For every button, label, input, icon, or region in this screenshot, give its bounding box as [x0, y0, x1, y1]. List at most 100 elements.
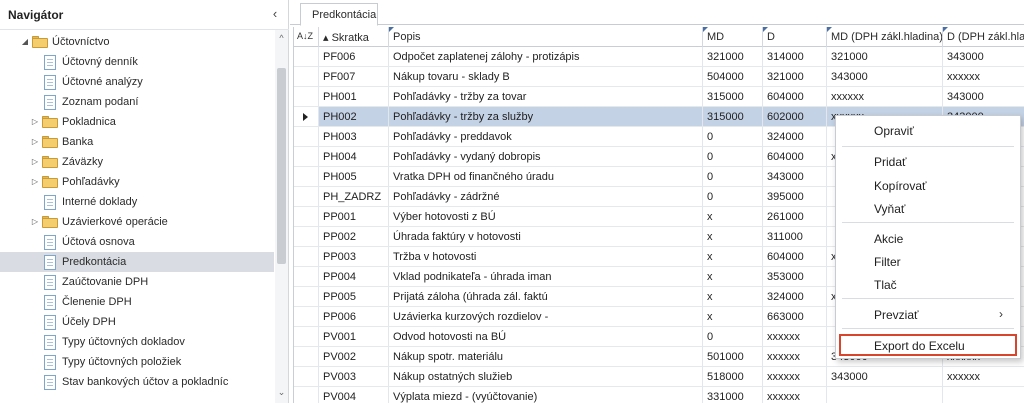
column-header[interactable]: MD — [703, 27, 763, 47]
table-row[interactable]: PF006 Odpočet zaplatenej zálohy - protizá… — [294, 47, 1024, 67]
table-cell[interactable]: PV003 — [319, 367, 389, 386]
table-cell[interactable]: 321000 — [703, 47, 763, 66]
menu-item-export-do-excelu[interactable]: Export do Excelu — [839, 334, 1017, 356]
row-indicator[interactable] — [294, 167, 319, 186]
menu-item-tlac[interactable]: Tlač — [836, 274, 1022, 296]
table-cell[interactable]: 602000 — [763, 107, 827, 126]
table-cell[interactable]: PP002 — [319, 227, 389, 246]
menu-item-kopirovat[interactable]: Kopírovať — [836, 175, 1022, 197]
expand-arrow-icon[interactable]: ▷ — [30, 176, 40, 188]
table-cell[interactable]: PP006 — [319, 307, 389, 326]
table-cell[interactable]: PP001 — [319, 207, 389, 226]
table-cell[interactable]: x — [703, 247, 763, 266]
table-cell[interactable]: PP004 — [319, 267, 389, 286]
table-cell[interactable]: xxxxxx — [827, 87, 943, 106]
table-cell[interactable]: 0 — [703, 327, 763, 346]
table-cell[interactable]: xxxxxx — [763, 327, 827, 346]
table-cell[interactable]: Vklad podnikateľa - úhrada iman — [389, 267, 703, 286]
table-cell[interactable]: PH_ZADRZ — [319, 187, 389, 206]
table-cell[interactable]: 518000 — [703, 367, 763, 386]
table-cell[interactable]: x — [703, 307, 763, 326]
tree-item[interactable]: Zaúčtovanie DPH — [0, 272, 274, 292]
table-cell[interactable]: Pohľadávky - tržby za tovar — [389, 87, 703, 106]
column-header[interactable]: MD (DPH zákl.hladina) — [827, 27, 943, 47]
table-cell[interactable]: 604000 — [763, 87, 827, 106]
table-cell[interactable]: 353000 — [763, 267, 827, 286]
table-cell[interactable]: Výber hotovosti z BÚ — [389, 207, 703, 226]
tree-item[interactable]: Zoznam podaní — [0, 92, 274, 112]
row-indicator[interactable] — [294, 327, 319, 346]
column-header[interactable]: ▴ Skratka — [319, 27, 389, 47]
menu-item-pridat[interactable]: Pridať — [836, 151, 1022, 173]
expand-arrow-icon[interactable]: ▷ — [30, 156, 40, 168]
row-indicator[interactable] — [294, 207, 319, 226]
collapse-arrow-icon[interactable]: ◢ — [20, 36, 30, 48]
table-cell[interactable]: 314000 — [763, 47, 827, 66]
table-cell[interactable]: 321000 — [827, 47, 943, 66]
table-cell[interactable]: Vratka DPH od finančného úradu — [389, 167, 703, 186]
tree-item[interactable]: ▷ Uzávierkové operácie — [0, 212, 274, 232]
table-cell[interactable]: 0 — [703, 187, 763, 206]
table-row[interactable]: PV004 Výplata miezd - (vyúčtovanie) 331000… — [294, 387, 1024, 403]
table-cell[interactable]: xxxxxx — [943, 367, 1024, 386]
row-indicator[interactable] — [294, 67, 319, 86]
table-cell[interactable]: PV004 — [319, 387, 389, 403]
menu-item-filter[interactable]: Filter — [836, 251, 1022, 273]
table-cell[interactable]: 0 — [703, 127, 763, 146]
row-indicator[interactable] — [294, 287, 319, 306]
table-cell[interactable]: xxxxxx — [763, 367, 827, 386]
table-cell[interactable]: PH004 — [319, 147, 389, 166]
row-indicator[interactable] — [294, 47, 319, 66]
table-cell[interactable]: PH005 — [319, 167, 389, 186]
tree-item[interactable]: ▷ Banka — [0, 132, 274, 152]
table-cell[interactable]: 604000 — [763, 247, 827, 266]
table-cell[interactable]: PP003 — [319, 247, 389, 266]
table-cell[interactable]: 504000 — [703, 67, 763, 86]
table-cell[interactable]: Výplata miezd - (vyúčtovanie) — [389, 387, 703, 403]
row-indicator[interactable] — [294, 187, 319, 206]
table-cell[interactable]: 324000 — [763, 287, 827, 306]
column-header[interactable]: D (DPH zákl.hladina) — [943, 27, 1024, 47]
row-indicator[interactable] — [294, 227, 319, 246]
tree-item[interactable]: Interné doklady — [0, 192, 274, 212]
table-cell[interactable]: Pohľadávky - vydaný dobropis — [389, 147, 703, 166]
row-indicator[interactable] — [294, 247, 319, 266]
table-cell[interactable]: x — [703, 287, 763, 306]
table-row[interactable]: PH001 Pohľadávky - tržby za tovar 315000 60… — [294, 87, 1024, 107]
table-cell[interactable]: 343000 — [827, 67, 943, 86]
menu-item-prevziat[interactable]: Prevziať › — [836, 304, 1022, 326]
scroll-down-icon[interactable]: ⌄ — [275, 386, 288, 398]
menu-item-akcie[interactable]: Akcie — [836, 228, 1022, 250]
row-indicator[interactable] — [294, 347, 319, 366]
table-row[interactable]: PF007 Nákup tovaru - sklady B 504000 321000… — [294, 67, 1024, 87]
table-cell[interactable]: 663000 — [763, 307, 827, 326]
table-cell[interactable]: Odpočet zaplatenej zálohy - protizápis — [389, 47, 703, 66]
row-indicator[interactable] — [294, 107, 319, 126]
table-cell[interactable]: xxxxxx — [763, 347, 827, 366]
tree-item[interactable]: ◢ Účtovníctvo — [0, 32, 274, 52]
tree-item[interactable]: Predkontácia — [0, 252, 274, 272]
row-indicator[interactable] — [294, 307, 319, 326]
tree-item[interactable]: ▷ Pokladnica — [0, 112, 274, 132]
table-cell[interactable]: 395000 — [763, 187, 827, 206]
tree-item[interactable]: Účely DPH — [0, 312, 274, 332]
table-cell[interactable]: 0 — [703, 167, 763, 186]
tree-item[interactable]: Účtovné analýzy — [0, 72, 274, 92]
scrollbar-thumb[interactable] — [277, 68, 286, 264]
table-cell[interactable]: Nákup spotr. materiálu — [389, 347, 703, 366]
tab-predkontacia[interactable]: Predkontácia — [300, 3, 378, 26]
table-cell[interactable]: 343000 — [827, 367, 943, 386]
table-cell[interactable]: PF007 — [319, 67, 389, 86]
table-cell[interactable] — [827, 387, 943, 403]
table-cell[interactable]: 343000 — [943, 87, 1024, 106]
navigator-scrollbar[interactable]: ^ ⌄ — [275, 30, 288, 403]
table-cell[interactable]: PV001 — [319, 327, 389, 346]
table-cell[interactable]: Nákup ostatných služieb — [389, 367, 703, 386]
scroll-up-icon[interactable]: ^ — [275, 32, 288, 44]
row-indicator[interactable] — [294, 367, 319, 386]
table-cell[interactable]: x — [703, 267, 763, 286]
row-indicator[interactable] — [294, 387, 319, 403]
table-cell[interactable]: 311000 — [763, 227, 827, 246]
table-cell[interactable] — [943, 387, 1024, 403]
row-indicator[interactable] — [294, 147, 319, 166]
